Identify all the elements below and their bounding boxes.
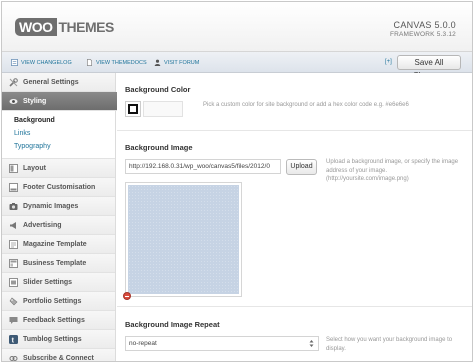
save-all-changes-button[interactable]: Save All Changes: [397, 55, 461, 80]
visit-forum-link[interactable]: VISIT FORUM: [154, 59, 199, 66]
sidebar-item-label: Styling: [23, 97, 47, 105]
logo-woo: WOO: [15, 18, 57, 36]
sidebar-item-label: Footer Customisation: [23, 183, 96, 191]
sidebar-item-layout[interactable]: Layout: [2, 159, 115, 178]
view-changelog-link[interactable]: VIEW CHANGELOG: [11, 59, 72, 66]
background-color-title: Background Color: [125, 85, 191, 94]
header: WOO THEMES CANVAS 5.0.0 FRAMEWORK 5.3.12: [2, 2, 472, 52]
styling-subnav: Background Links Typography: [2, 111, 115, 159]
info-bar: VIEW CHANGELOG VIEW THEMEDOCS VISIT FORU…: [2, 52, 472, 80]
version-info: CANVAS 5.0.0 FRAMEWORK 5.3.12: [390, 20, 456, 38]
sidebar-item-label: General Settings: [23, 78, 79, 86]
woothemes-logo: WOO THEMES: [15, 17, 114, 37]
background-color-description: Pick a custom color for site background …: [203, 102, 409, 108]
product-name: CANVAS 5.0.0: [393, 20, 456, 30]
sidebar-item-tumblog-settings[interactable]: t Tumblog Settings: [2, 330, 115, 349]
sidebar-item-magazine-template[interactable]: Magazine Template: [2, 235, 115, 254]
background-repeat-value: no-repeat: [129, 340, 157, 347]
sidebar-item-advertising[interactable]: Advertising: [2, 216, 115, 235]
sidebar-item-label: Subscribe & Connect: [23, 354, 94, 362]
sidebar-item-footer-customisation[interactable]: Footer Customisation: [2, 178, 115, 197]
view-changelog-label: VIEW CHANGELOG: [21, 59, 72, 66]
sidebar-item-slider-settings[interactable]: Slider Settings: [2, 273, 115, 292]
sidebar-item-label: Tumblog Settings: [23, 335, 82, 343]
sidebar-item-label: Advertising: [23, 221, 62, 229]
background-image-title: Background Image: [125, 143, 193, 152]
color-swatch-preview: [128, 104, 138, 114]
divider: [117, 130, 472, 131]
connect-icon: [9, 354, 18, 362]
background-image-preview: [125, 182, 242, 297]
business-icon: [9, 258, 18, 268]
slider-icon: [9, 277, 18, 287]
subnav-item-background[interactable]: Background: [2, 114, 115, 127]
sidebar-item-styling[interactable]: Styling: [2, 92, 128, 111]
main-content: Background Color Pick a custom color for…: [117, 73, 472, 361]
framework-version: FRAMEWORK 5.3.12: [389, 31, 456, 38]
tools-icon: [9, 77, 18, 87]
sidebar-item-label: Dynamic Images: [23, 202, 79, 210]
sidebar-item-feedback-settings[interactable]: Feedback Settings: [2, 311, 115, 330]
layout-icon: [9, 163, 18, 173]
background-image-thumbnail: [128, 185, 239, 294]
user-icon: [154, 59, 161, 66]
view-themedocs-label: VIEW THEMEDOCS: [96, 59, 147, 66]
camera-icon: [9, 202, 18, 211]
background-image-description: Upload a background image, or specify th…: [326, 159, 459, 182]
background-repeat-title: Background Image Repeat: [125, 320, 220, 329]
changelog-icon: [11, 59, 18, 66]
megaphone-icon: [9, 221, 18, 230]
options-panel: WOO THEMES CANVAS 5.0.0 FRAMEWORK 5.3.12…: [1, 1, 473, 362]
divider: [117, 306, 472, 307]
sidebar-item-dynamic-images[interactable]: Dynamic Images: [2, 197, 115, 216]
subnav-item-typography[interactable]: Typography: [2, 140, 115, 153]
sidebar-item-business-template[interactable]: Business Template: [2, 254, 115, 273]
sidebar-item-label: Slider Settings: [23, 278, 73, 286]
background-color-field[interactable]: [143, 101, 183, 117]
upload-button[interactable]: Upload: [286, 159, 317, 175]
document-icon: [87, 59, 92, 66]
remove-image-icon[interactable]: [123, 292, 131, 300]
sidebar-item-label: Layout: [23, 164, 46, 172]
portfolio-icon: [9, 297, 18, 306]
sidebar-item-portfolio-settings[interactable]: Portfolio Settings: [2, 292, 115, 311]
sidebar-item-label: Business Template: [23, 259, 87, 267]
magazine-icon: [9, 239, 18, 249]
view-themedocs-link[interactable]: VIEW THEMEDOCS: [86, 59, 147, 66]
sidebar-item-label: Feedback Settings: [23, 316, 85, 324]
visit-forum-label: VISIT FORUM: [164, 59, 200, 66]
sidebar-item-label: Portfolio Settings: [23, 297, 82, 305]
sidebar-item-label: Magazine Template: [23, 240, 87, 248]
tumblog-icon: t: [9, 334, 18, 344]
select-arrows-icon: [309, 340, 314, 347]
expand-toggle[interactable]: [+]: [385, 59, 392, 65]
color-swatch[interactable]: [125, 101, 141, 117]
footer-icon: [9, 182, 18, 192]
background-repeat-select[interactable]: no-repeat: [125, 336, 319, 351]
background-repeat-description: Select how you want your background imag…: [326, 337, 453, 352]
sidebar-item-subscribe-connect[interactable]: Subscribe & Connect: [2, 349, 115, 362]
subnav-item-links[interactable]: Links: [2, 127, 115, 140]
logo-themes: THEMES: [58, 19, 115, 35]
sidebar: General Settings Styling Background Link…: [2, 73, 128, 362]
feedback-icon: [9, 316, 18, 325]
eye-icon: [9, 97, 18, 106]
background-image-url-field[interactable]: http://192.168.0.31/wp_woo/canvas5/files…: [125, 159, 281, 174]
sidebar-item-general-settings[interactable]: General Settings: [2, 73, 115, 92]
